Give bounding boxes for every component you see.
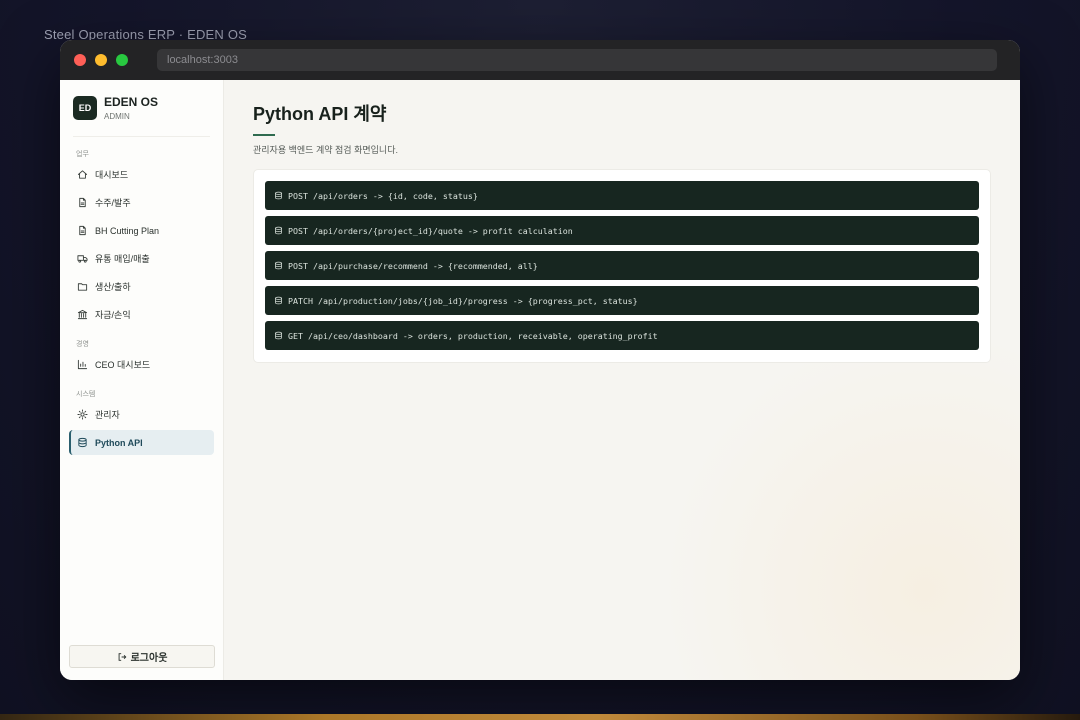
sidebar-item[interactable]: 자금/손익 (69, 302, 214, 327)
main-content: Python API 계약 관리자용 백엔드 계약 점검 화면입니다. POST… (224, 80, 1020, 680)
database-icon (274, 226, 283, 235)
sidebar-item-label: Python API (95, 437, 143, 448)
endpoint-text: POST /api/orders/{project_id}/quote -> p… (288, 225, 573, 236)
sidebar-item-label: 유통 매입/매출 (95, 254, 150, 264)
database-icon (274, 191, 283, 200)
logout-button[interactable]: 로그아웃 (69, 645, 215, 668)
brand-logo: ED (73, 96, 97, 120)
sidebar-nav: 업무대시보드수주/발주 BH Cutting Plan 유통 매입/매출생산/출하자… (69, 149, 214, 455)
sidebar-item[interactable]: Python API (69, 430, 214, 455)
sidebar-section-label: 업무 (76, 151, 89, 158)
minimize-window-button[interactable] (95, 54, 107, 66)
endpoints-card: POST /api/orders -> {id, code, status} PO… (253, 169, 991, 363)
app-shell: ED EDEN OS ADMIN 업무대시보드수주/발주 BH Cutting P… (60, 80, 1020, 680)
sidebar: ED EDEN OS ADMIN 업무대시보드수주/발주 BH Cutting P… (60, 80, 224, 680)
brand-role: ADMIN (104, 112, 130, 121)
logout-icon (117, 652, 127, 662)
endpoint-row: GET /api/ceo/dashboard -> orders, produc… (265, 321, 979, 350)
folder-icon (77, 281, 88, 292)
sidebar-item[interactable]: 수주/발주 (69, 190, 214, 215)
sidebar-item-label: CEO 대시보드 (95, 360, 151, 370)
sidebar-item-label: BH Cutting Plan (95, 225, 160, 236)
sidebar-item[interactable]: 대시보드 (69, 162, 214, 187)
page-subtitle: 관리자용 백엔드 계약 점검 화면입니다. (253, 145, 398, 155)
endpoint-text: POST /api/orders -> {id, code, status} (288, 190, 478, 201)
endpoint-row: POST /api/purchase/recommend -> {recomme… (265, 251, 979, 280)
page-title: Python API 계약 (253, 104, 387, 124)
sidebar-item[interactable]: CEO 대시보드 (69, 352, 214, 377)
truck-icon (77, 253, 88, 264)
sidebar-section-label: 경영 (76, 341, 89, 348)
gear-icon (77, 409, 88, 420)
sidebar-item[interactable]: 생산/출하 (69, 274, 214, 299)
database-icon (274, 296, 283, 305)
bottom-glow (0, 714, 1080, 720)
maximize-window-button[interactable] (116, 54, 128, 66)
close-window-button[interactable] (74, 54, 86, 66)
browser-window: localhost:3003 ED EDEN OS ADMIN 업무대시보드수주… (60, 40, 1020, 680)
database-icon (274, 261, 283, 270)
sidebar-item[interactable]: 관리자 (69, 402, 214, 427)
endpoint-row: PATCH /api/production/jobs/{job_id}/prog… (265, 286, 979, 315)
sidebar-item-label: 수주/발주 (95, 198, 131, 208)
endpoint-text: PATCH /api/production/jobs/{job_id}/prog… (288, 295, 638, 306)
brand-name: EDEN OS (104, 95, 159, 109)
endpoint-text: GET /api/ceo/dashboard -> orders, produc… (288, 330, 658, 341)
endpoint-row: POST /api/orders/{project_id}/quote -> p… (265, 216, 979, 245)
bar-chart-icon (77, 359, 88, 370)
sidebar-item-label: 대시보드 (95, 170, 129, 180)
endpoint-text: POST /api/purchase/recommend -> {recomme… (288, 260, 538, 271)
bank-icon (77, 309, 88, 320)
sidebar-item-label: 관리자 (95, 410, 120, 420)
sidebar-item[interactable]: BH Cutting Plan (69, 218, 214, 243)
title-underline (253, 134, 275, 136)
document-icon (77, 225, 88, 236)
address-bar[interactable]: localhost:3003 (157, 49, 997, 71)
sidebar-item-label: 생산/출하 (95, 282, 131, 292)
browser-titlebar: localhost:3003 (60, 40, 1020, 80)
sidebar-item-label: 자금/손익 (95, 310, 131, 320)
logout-label: 로그아웃 (130, 653, 168, 664)
endpoint-row: POST /api/orders -> {id, code, status} (265, 181, 979, 210)
database-icon (77, 437, 88, 448)
brand: ED EDEN OS ADMIN (73, 80, 210, 137)
database-icon (274, 331, 283, 340)
document-icon (77, 197, 88, 208)
sidebar-item[interactable]: 유통 매입/매출 (69, 246, 214, 271)
sidebar-section-label: 시스템 (76, 391, 96, 398)
home-icon (77, 169, 88, 180)
